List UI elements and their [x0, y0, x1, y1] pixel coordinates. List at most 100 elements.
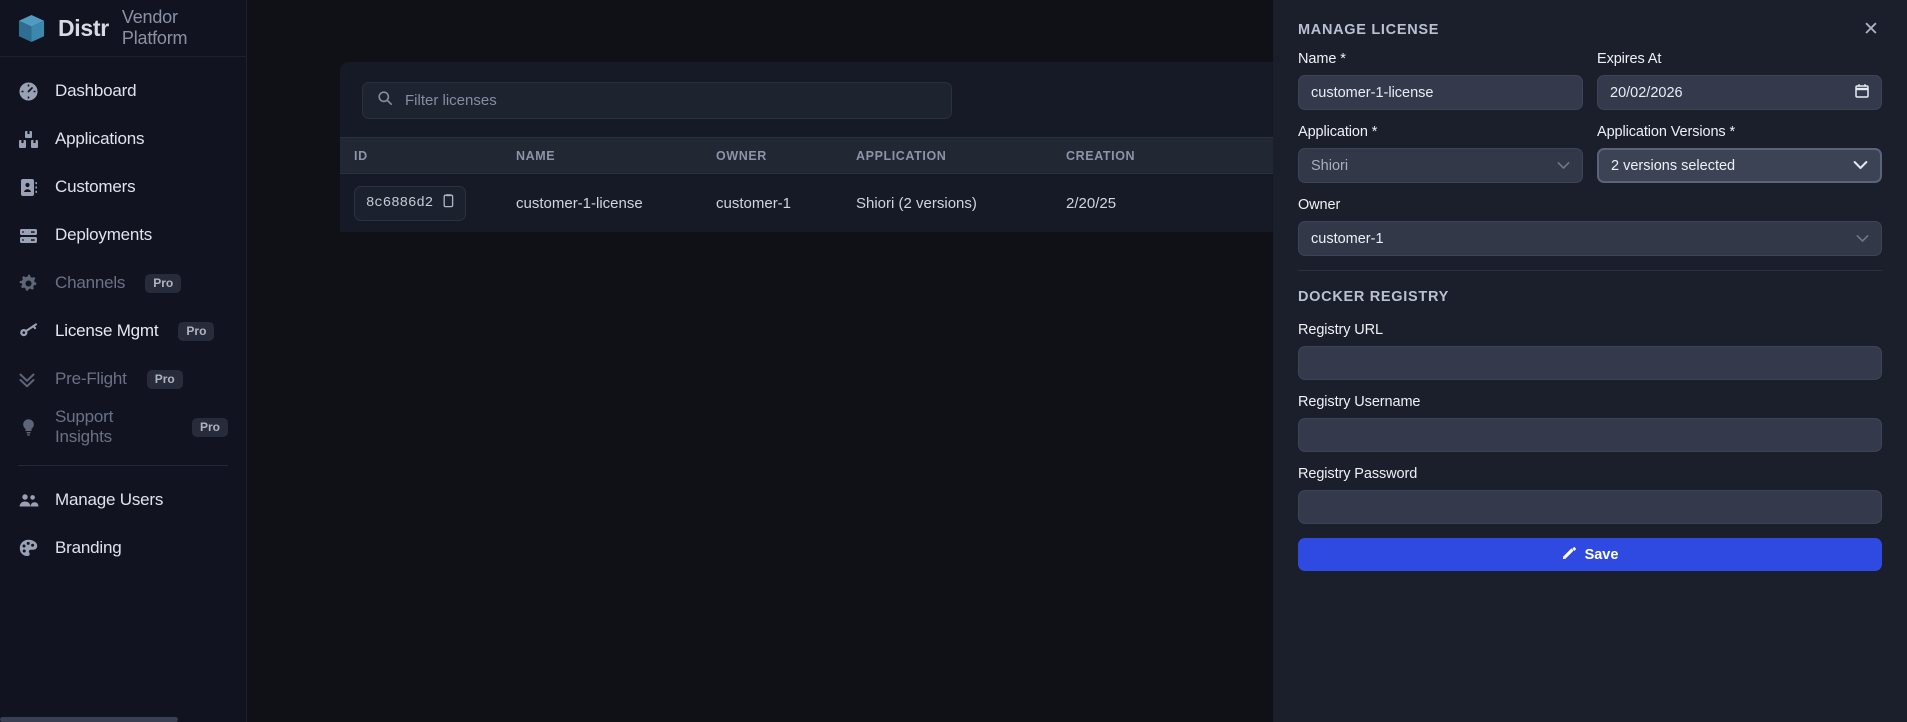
field-name: Name * customer-1-license [1298, 51, 1583, 110]
pro-badge: Pro [178, 321, 215, 341]
sidebar-item-label: Dashboard [55, 81, 137, 100]
cell-id: 8c6886d2 [340, 185, 516, 221]
save-button[interactable]: Save [1298, 538, 1882, 571]
application-versions-select[interactable]: 2 versions selected [1597, 148, 1882, 183]
field-label: Application * [1298, 124, 1378, 140]
chevron-down-icon[interactable] [1853, 158, 1868, 174]
column-header-name: NAME [516, 148, 556, 163]
scrollbar-thumb[interactable] [0, 717, 178, 722]
lightbulb-icon [18, 417, 39, 438]
sidebar-item-dashboard[interactable]: Dashboard [0, 67, 246, 115]
expires-at-input[interactable]: 20/02/2026 [1597, 75, 1882, 110]
field-label: Owner [1298, 197, 1341, 213]
search-placeholder: Filter licenses [405, 92, 497, 109]
sidebar: Distr Vendor Platform Dashboard Applicat… [0, 0, 247, 722]
sidebar-item-applications[interactable]: Applications [0, 115, 246, 163]
field-label: Registry Password [1298, 466, 1418, 482]
cell-creation: 2/20/25 [1066, 194, 1117, 212]
sidebar-item-support-insights[interactable]: Support Insights Pro [0, 403, 246, 451]
id-value: 8c6886d2 [366, 195, 434, 211]
chevron-down-icon[interactable] [1856, 231, 1869, 247]
cell-name: customer-1-license [516, 194, 643, 212]
id-chip[interactable]: 8c6886d2 [354, 185, 467, 221]
field-label: Expires At [1597, 51, 1662, 67]
sidebar-item-manage-users[interactable]: Manage Users [0, 476, 246, 524]
registry-url-input[interactable] [1298, 346, 1882, 380]
gear-icon [18, 273, 39, 294]
field-application-versions: Application Versions * 2 versions select… [1597, 124, 1882, 183]
field-owner: Owner customer-1 [1298, 197, 1882, 256]
drawer-section-divider [1298, 270, 1882, 271]
sidebar-item-branding[interactable]: Branding [0, 524, 246, 572]
search-icon [377, 90, 393, 111]
pencil-icon [1562, 546, 1576, 564]
application-versions-row: Application * Shiori Application Version… [1298, 124, 1882, 197]
chevron-down-icon[interactable] [1557, 158, 1570, 174]
name-input[interactable]: customer-1-license [1298, 75, 1583, 110]
column-header-owner: OWNER [716, 148, 767, 163]
sidebar-item-customers[interactable]: Customers [0, 163, 246, 211]
sidebar-item-label: License Mgmt [55, 321, 159, 340]
manage-license-drawer: MANAGE LICENSE ✕ Name * customer-1-licen… [1273, 0, 1907, 722]
sidebar-item-deployments[interactable]: Deployments [0, 211, 246, 259]
double-check-icon [18, 369, 39, 390]
gauge-icon [18, 81, 39, 102]
registry-username-input[interactable] [1298, 418, 1882, 452]
drawer-header: MANAGE LICENSE ✕ [1298, 8, 1882, 51]
column-header-id: ID [354, 148, 368, 163]
sidebar-item-pre-flight[interactable]: Pre-Flight Pro [0, 355, 246, 403]
sidebar-horizontal-scrollbar[interactable] [0, 717, 247, 722]
column-header-creation: CREATION [1066, 148, 1136, 163]
brand-subtitle: Vendor Platform [121, 7, 188, 48]
name-value: customer-1-license [1311, 84, 1434, 101]
application-value: Shiori [1311, 157, 1349, 174]
docker-registry-section-title: DOCKER REGISTRY [1298, 289, 1449, 305]
field-registry-username: Registry Username [1298, 394, 1882, 452]
pro-badge: Pro [191, 417, 228, 437]
cell-owner: customer-1 [716, 194, 792, 212]
sidebar-item-label: Pre-Flight [55, 369, 127, 388]
sidebar-item-label: Manage Users [55, 490, 164, 509]
sidebar-item-label: Applications [55, 129, 145, 148]
pro-badge: Pro [145, 273, 182, 293]
expires-at-value: 20/02/2026 [1610, 84, 1683, 101]
owner-value: customer-1 [1311, 230, 1384, 247]
sidebar-item-license-mgmt[interactable]: License Mgmt Pro [0, 307, 246, 355]
boxes-icon [18, 129, 39, 150]
calendar-icon[interactable] [1855, 83, 1869, 102]
palette-icon [18, 538, 39, 559]
registry-password-input[interactable] [1298, 490, 1882, 524]
sidebar-divider [18, 465, 228, 466]
field-expires-at: Expires At 20/02/2026 [1597, 51, 1882, 110]
field-label: Application Versions * [1597, 124, 1736, 140]
brand-header[interactable]: Distr Vendor Platform [0, 0, 246, 57]
search-input[interactable]: Filter licenses [362, 82, 952, 119]
sidebar-item-label: Branding [55, 538, 122, 557]
copy-icon[interactable] [441, 193, 454, 213]
cube-logo-icon [18, 14, 45, 43]
application-versions-value: 2 versions selected [1611, 157, 1736, 174]
users-icon [18, 490, 39, 511]
pro-badge: Pro [146, 369, 183, 389]
field-registry-password: Registry Password [1298, 466, 1882, 524]
server-icon [18, 225, 39, 246]
field-label: Registry URL [1298, 322, 1384, 338]
field-label: Name * [1298, 51, 1346, 67]
field-label: Registry Username [1298, 394, 1421, 410]
field-registry-url: Registry URL [1298, 322, 1882, 380]
key-icon [18, 321, 39, 342]
application-select[interactable]: Shiori [1298, 148, 1583, 183]
sidebar-item-channels[interactable]: Channels Pro [0, 259, 246, 307]
brand-name: Distr [58, 14, 109, 41]
drawer-title: MANAGE LICENSE [1298, 21, 1440, 38]
sidebar-item-label: Support Insights [55, 407, 114, 446]
owner-select[interactable]: customer-1 [1298, 221, 1882, 256]
sidebar-nav: Dashboard Applications Customers Deploym… [0, 57, 246, 572]
close-icon[interactable]: ✕ [1860, 19, 1882, 41]
save-button-label: Save [1584, 546, 1619, 563]
sidebar-item-label: Channels [55, 273, 126, 292]
contact-id-icon [18, 177, 39, 198]
cell-application: Shiori (2 versions) [856, 194, 977, 212]
sidebar-item-label: Deployments [55, 225, 153, 244]
app-root: Distr Vendor Platform Dashboard Applicat… [0, 0, 1907, 722]
